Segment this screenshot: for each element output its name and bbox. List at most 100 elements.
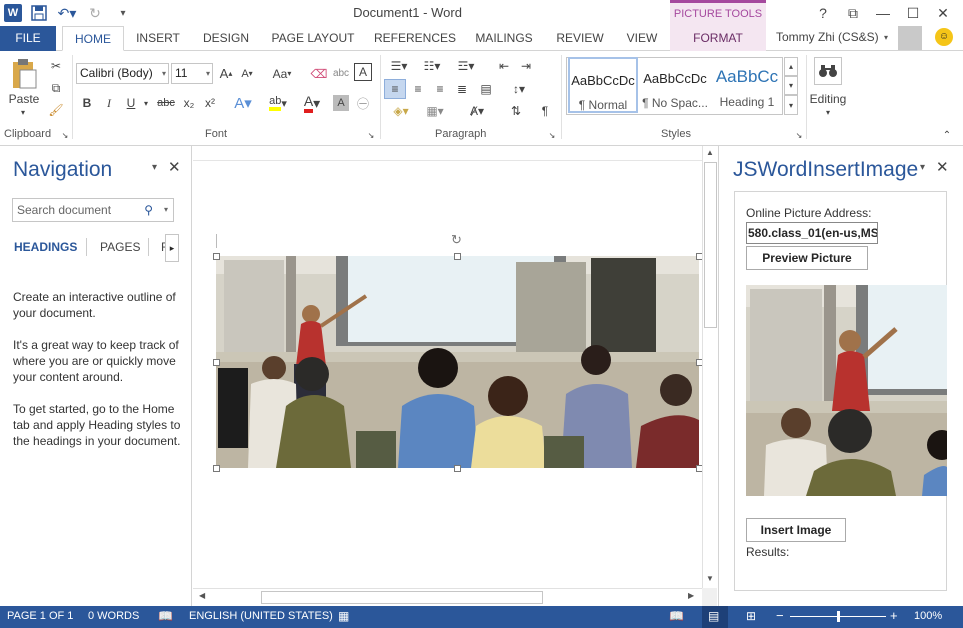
vertical-scrollbar[interactable]: ▲ ▼ — [702, 146, 718, 588]
avatar[interactable] — [898, 26, 922, 50]
multilevel-list-icon[interactable]: ☲▾ — [452, 57, 480, 75]
horizontal-scrollbar[interactable]: ◀ ▶ — [193, 588, 702, 606]
tab-home[interactable]: HOME — [62, 26, 124, 51]
line-spacing-icon[interactable]: ↕▾ — [505, 79, 533, 99]
minimize-icon[interactable]: — — [869, 2, 897, 24]
font-launcher-icon[interactable]: ↘ — [366, 130, 376, 140]
read-mode-icon[interactable]: 📖 — [669, 609, 684, 623]
redo-icon[interactable]: ↻ — [84, 3, 106, 23]
justify-icon[interactable]: ≣ — [452, 79, 472, 99]
nav-tabs-scroll-icon[interactable]: ▸ — [165, 234, 179, 262]
styles-scroll-down-icon[interactable]: ▾ — [784, 76, 798, 95]
tab-insert[interactable]: INSERT — [133, 26, 183, 51]
scroll-left-icon[interactable]: ◀ — [199, 591, 205, 600]
show-formatting-icon[interactable]: ¶ — [536, 101, 554, 121]
italic-button[interactable]: I — [100, 93, 118, 113]
feedback-smiley-icon[interactable]: ☺ — [935, 28, 953, 46]
macro-icon[interactable]: ▦ — [338, 609, 349, 623]
rotate-handle-icon[interactable]: ↻ — [451, 232, 462, 248]
customize-qat-icon[interactable]: ▾ — [112, 3, 134, 23]
tab-view[interactable]: VIEW — [622, 26, 662, 51]
borders-icon[interactable]: ▦▾ — [420, 101, 450, 121]
horizontal-scroll-thumb[interactable] — [261, 591, 543, 604]
page-count[interactable]: PAGE 1 OF 1 — [7, 610, 73, 622]
resize-handle[interactable] — [213, 359, 220, 366]
styles-more-icon[interactable]: ▾ — [784, 95, 798, 115]
user-name[interactable]: Tommy Zhi (CS&S) — [776, 30, 879, 44]
resize-handle[interactable] — [454, 253, 461, 260]
paste-dropdown-icon[interactable]: ▾ — [18, 107, 28, 117]
close-icon[interactable]: ✕ — [929, 2, 957, 24]
bullets-icon[interactable]: ☰▾ — [386, 57, 412, 75]
vertical-scroll-thumb[interactable] — [704, 162, 717, 328]
zoom-level[interactable]: 100% — [914, 610, 942, 622]
nav-tab-pages[interactable]: PAGES — [100, 240, 140, 254]
zoom-out-icon[interactable]: − — [776, 608, 784, 623]
highlight-color-icon[interactable]: ab ▾ — [264, 93, 292, 113]
phonetic-guide-icon[interactable]: abc — [332, 63, 350, 84]
nav-options-icon[interactable]: ▾ — [152, 162, 157, 173]
scroll-up-icon[interactable]: ▲ — [706, 148, 714, 157]
tab-design[interactable]: DESIGN — [199, 26, 253, 51]
align-left-icon[interactable]: ≡ — [384, 79, 406, 99]
tab-page-layout[interactable]: PAGE LAYOUT — [268, 26, 358, 51]
zoom-in-icon[interactable]: + — [890, 608, 898, 623]
tab-format[interactable]: FORMAT — [670, 26, 766, 51]
proofing-icon[interactable]: 📖 — [158, 609, 173, 623]
paste-icon[interactable] — [8, 57, 40, 91]
style-normal[interactable]: AaBbCcDc ¶ Normal — [568, 57, 638, 113]
resize-handle[interactable] — [454, 465, 461, 472]
clipboard-launcher-icon[interactable]: ↘ — [60, 130, 70, 140]
scroll-down-icon[interactable]: ▼ — [706, 574, 714, 583]
ribbon-display-icon[interactable]: ⧉ — [839, 2, 867, 24]
resize-handle[interactable] — [213, 253, 220, 260]
word-logo-icon[interactable]: W — [4, 4, 22, 22]
nav-close-icon[interactable]: ✕ — [168, 158, 181, 176]
style-no-spacing[interactable]: AaBbCcDc ¶ No Spac... — [640, 57, 710, 113]
insert-image-button[interactable]: Insert Image — [746, 518, 846, 542]
underline-button[interactable]: U — [122, 93, 140, 113]
editing-dropdown-icon[interactable]: ▾ — [823, 107, 833, 117]
preview-picture-button[interactable]: Preview Picture — [746, 246, 868, 270]
print-layout-button[interactable]: ▤ — [702, 606, 728, 628]
tab-mailings[interactable]: MAILINGS — [470, 26, 538, 51]
address-input[interactable]: 580.class_01(en-us,MS — [746, 222, 878, 244]
align-center-icon[interactable]: ≡ — [408, 79, 428, 99]
asian-layout-icon[interactable]: Ⱥ▾ — [462, 101, 492, 121]
character-shading-icon[interactable]: A — [333, 95, 349, 111]
sort-icon[interactable]: ⇅ — [503, 101, 529, 121]
enclose-characters-icon[interactable]: ㊀ — [354, 93, 372, 113]
bold-button[interactable]: B — [78, 93, 96, 113]
taskpane-close-icon[interactable]: ✕ — [936, 158, 949, 176]
web-layout-icon[interactable]: ⊞ — [746, 609, 756, 623]
styles-launcher-icon[interactable]: ↘ — [794, 130, 804, 140]
cut-icon[interactable]: ✂ — [46, 57, 66, 75]
font-size-box[interactable]: 11 ▾ — [171, 63, 213, 84]
format-painter-icon[interactable]: 🖌 — [46, 101, 66, 119]
style-heading-1[interactable]: AaBbCc Heading 1 — [712, 57, 782, 113]
resize-handle[interactable] — [213, 465, 220, 472]
shrink-font-icon[interactable]: A ▾ — [238, 63, 256, 84]
tab-references[interactable]: REFERENCES — [374, 26, 456, 51]
strikethrough-button[interactable]: abc — [155, 93, 177, 113]
font-color-icon[interactable]: A ▾ — [298, 93, 326, 113]
styles-scroll-up-icon[interactable]: ▴ — [784, 57, 798, 76]
increase-indent-icon[interactable]: ⇥ — [516, 57, 536, 75]
zoom-slider-thumb[interactable] — [837, 611, 840, 622]
language[interactable]: ENGLISH (UNITED STATES) — [189, 610, 333, 622]
shading-icon[interactable]: ◈▾ — [386, 101, 416, 121]
superscript-button[interactable]: x² — [201, 93, 219, 113]
search-dropdown-icon[interactable]: ▾ — [164, 199, 168, 221]
distributed-icon[interactable]: ▤ — [476, 79, 496, 99]
scroll-right-icon[interactable]: ▶ — [688, 591, 694, 600]
clear-formatting-icon[interactable]: ⌫ — [310, 63, 328, 84]
grow-font-icon[interactable]: A ▴ — [217, 63, 235, 84]
tab-review[interactable]: REVIEW — [553, 26, 607, 51]
subscript-button[interactable]: x₂ — [180, 93, 198, 113]
collapse-ribbon-icon[interactable]: ⌃ — [941, 129, 953, 141]
tab-file[interactable]: FILE — [0, 26, 56, 51]
font-name-box[interactable]: Calibri (Body) ▾ — [76, 63, 169, 84]
search-input[interactable]: Search document ⚲ ▾ — [12, 198, 174, 222]
save-icon[interactable] — [28, 3, 50, 23]
editing-button[interactable]: Editing — [805, 91, 851, 107]
